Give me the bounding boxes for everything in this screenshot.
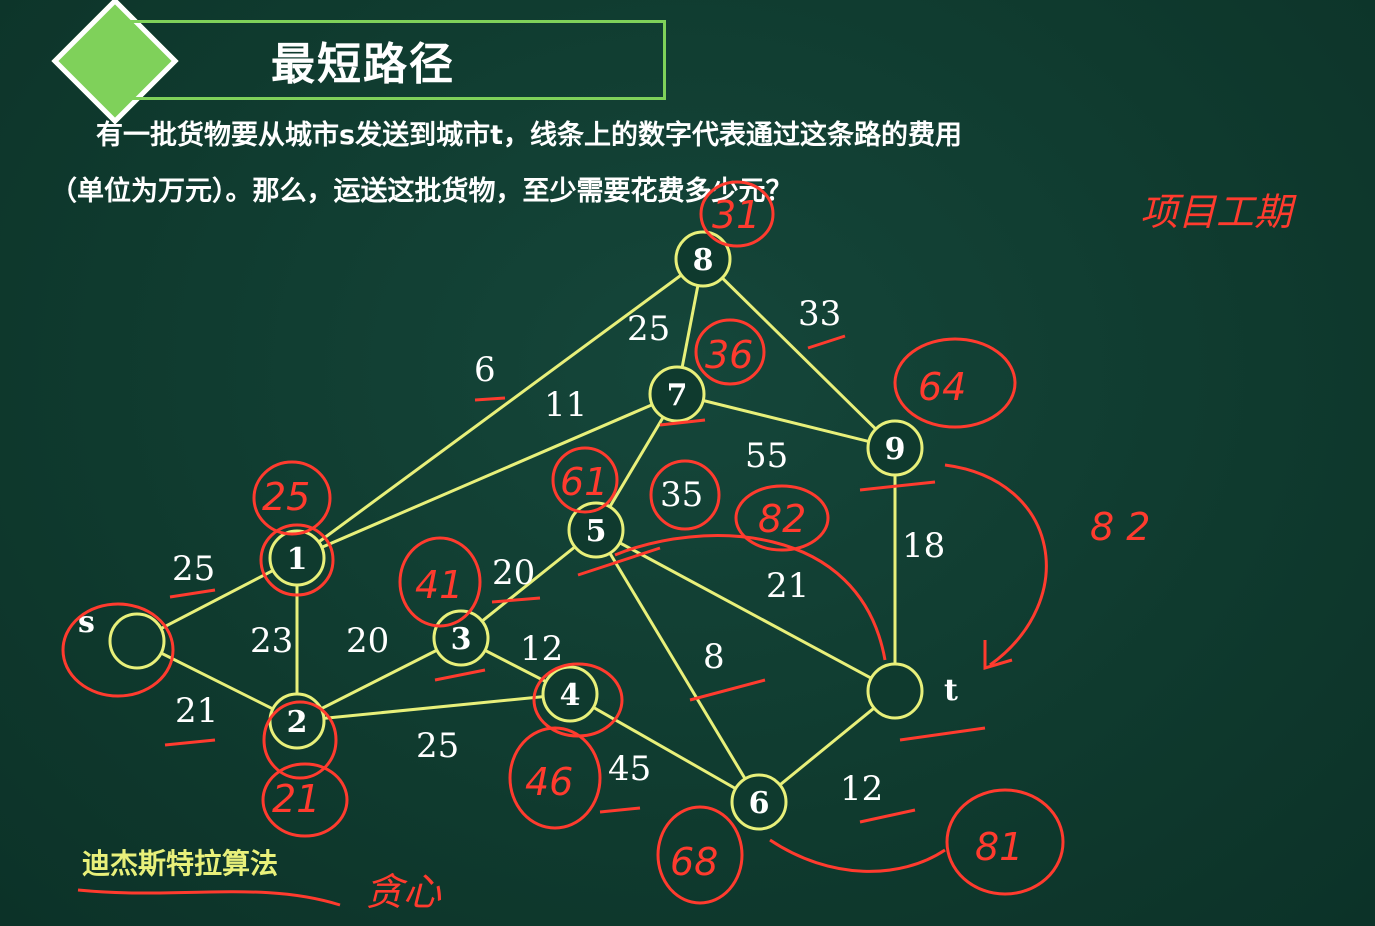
weight-8-9: 33 [798, 294, 841, 334]
weight-2-3: 20 [346, 621, 389, 661]
weight-s-1: 25 [172, 549, 215, 589]
annotation-num-82: 82 [758, 497, 806, 541]
annotation-project-note: 项目工期 [1140, 190, 1297, 234]
annotation-underline-6 [474, 396, 506, 402]
graph-diagram: 25 21 23 6 11 20 25 20 12 45 35 8 21 12 … [61, 180, 1297, 914]
node-s [108, 612, 166, 670]
annotation-num-41: 41 [415, 563, 463, 607]
annotation-underline-8 [689, 678, 766, 702]
weight-6-t: 12 [840, 769, 883, 809]
annotation-underline-45 [599, 806, 641, 814]
weight-4-6: 45 [608, 749, 651, 789]
annotation-num-61: 61 [560, 460, 608, 504]
node-t [866, 662, 924, 720]
annotation-side-note: 8 2 [1090, 505, 1150, 549]
algorithm-label: 迪杰斯特拉算法 [82, 847, 279, 880]
annotation-underline-3 [434, 668, 486, 682]
annotation-underline-algo [77, 888, 341, 907]
node-label-2: 2 [287, 705, 308, 740]
node-label-1: 1 [287, 542, 308, 577]
annotation-underline-21 [164, 738, 216, 747]
annotation-underline-25 [169, 588, 216, 599]
annotation-underline-t [899, 726, 986, 742]
annotation-num-31: 31 [712, 193, 760, 237]
annotation-underline-12 [859, 808, 916, 824]
weight-7-9: 55 [745, 436, 788, 476]
weight-1-8: 6 [474, 350, 496, 390]
weight-9-t: 18 [902, 526, 945, 566]
weight-5-6: 8 [703, 637, 725, 677]
annotation-num-36: 36 [705, 333, 753, 377]
weight-3-4: 12 [520, 629, 563, 669]
annotation-num-46: 46 [525, 760, 573, 804]
annotation-num-21: 21 [272, 777, 320, 821]
node-label-9: 9 [885, 432, 906, 467]
edge-2-4 [296, 692, 571, 723]
annotation-curve-5-t [614, 534, 887, 661]
weight-5-7: 35 [660, 475, 703, 515]
node-label-6: 6 [749, 786, 770, 821]
node-label-4: 4 [560, 678, 581, 713]
node-label-8: 8 [693, 243, 714, 278]
annotation-greedy-note: 贪心 [365, 870, 442, 914]
weight-5-t: 21 [766, 566, 809, 606]
annotation-arrow-9-t [944, 463, 1048, 667]
annotation-underline-20 [491, 596, 541, 604]
annotation-num-81: 81 [975, 825, 1023, 869]
weight-1-2: 23 [250, 621, 293, 661]
weight-7-8: 25 [627, 309, 670, 349]
annotation-underline-33 [807, 334, 846, 350]
node-label-3: 3 [451, 622, 472, 657]
weight-3-5: 20 [492, 553, 535, 593]
annotation-underline-18 [859, 480, 936, 492]
weight-2-4: 25 [416, 726, 459, 766]
annotation-num-64: 64 [918, 365, 966, 409]
annotation-num-25: 25 [262, 475, 310, 519]
annotation-num-68: 68 [670, 840, 718, 884]
weight-1-7: 11 [544, 385, 587, 425]
annotation-curve-6-81 [769, 838, 946, 873]
annotation-arrow-head [983, 640, 1013, 671]
node-outside-label-t: t [944, 673, 958, 708]
node-label-7: 7 [667, 378, 688, 413]
node-label-5: 5 [586, 514, 607, 549]
weight-s-2: 21 [175, 691, 218, 731]
